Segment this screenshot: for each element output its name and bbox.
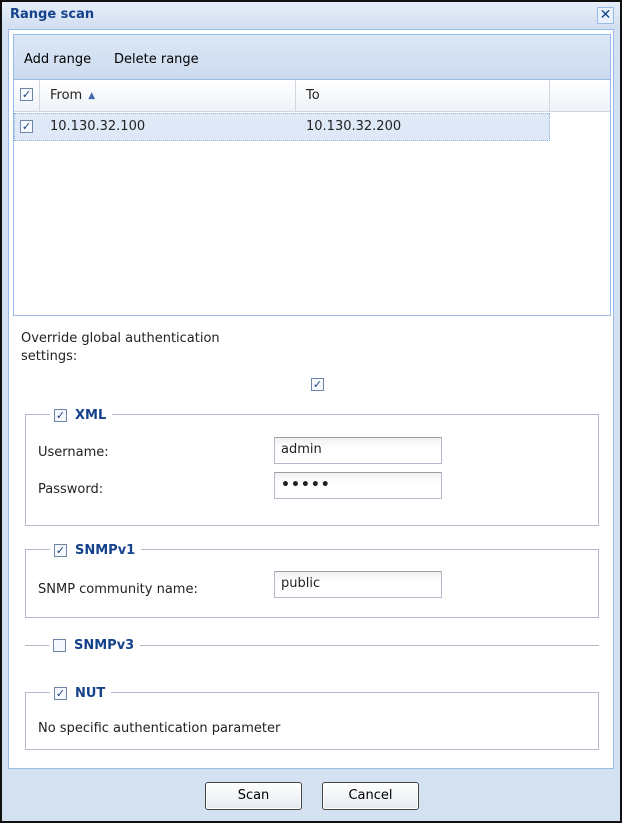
column-to-label: To [306, 88, 320, 103]
add-range-button[interactable]: Add range [24, 52, 91, 67]
nut-checkbox[interactable]: ✓ [54, 686, 67, 700]
nut-legend: NUT [75, 685, 106, 701]
cell-to: 10.130.32.200 [306, 119, 402, 134]
sort-ascending-icon: ▲ [88, 91, 96, 101]
snmpv3-checkbox[interactable] [53, 638, 66, 652]
range-grid: Add range Delete range ✓ From ▲ To ✓ 10.… [13, 34, 611, 316]
xml-checkbox[interactable]: ✓ [54, 408, 67, 422]
password-input[interactable]: ••••• [274, 472, 442, 499]
dialog-titlebar[interactable]: Range scan ✕ [2, 2, 620, 30]
override-label: Override global authentication settings: [21, 331, 220, 364]
column-header-to[interactable]: To [296, 80, 550, 111]
password-label: Password: [38, 482, 104, 497]
snmpv3-legend: SNMPv3 [74, 637, 135, 653]
close-icon[interactable]: ✕ [597, 7, 614, 24]
community-label: SNMP community name: [38, 582, 198, 597]
grid-toolbar: Add range Delete range [14, 35, 610, 80]
dialog-footer: Scan Cancel [2, 770, 620, 821]
dialog-title: Range scan [10, 7, 95, 22]
column-header-from[interactable]: From ▲ [40, 80, 296, 111]
delete-range-button[interactable]: Delete range [114, 52, 199, 67]
community-input[interactable]: public [274, 571, 442, 598]
username-input[interactable]: admin [274, 437, 442, 464]
nut-message: No specific authentication parameter [38, 721, 281, 736]
snmpv3-group: SNMPv3 [49, 635, 141, 655]
snmpv1-group: ✓ SNMPv1 SNMP community name: public [25, 540, 599, 618]
snmpv1-checkbox[interactable]: ✓ [54, 543, 67, 557]
username-label: Username: [38, 445, 109, 460]
scan-button[interactable]: Scan [205, 782, 302, 810]
nut-group: ✓ NUT No specific authentication paramet… [25, 683, 599, 750]
range-scan-dialog: Range scan ✕ Add range Delete range ✓ Fr… [0, 0, 622, 823]
override-checkbox[interactable]: ✓ [311, 378, 324, 391]
cell-from: 10.130.32.100 [50, 119, 146, 134]
table-row[interactable]: ✓ 10.130.32.100 10.130.32.200 [14, 113, 550, 141]
dialog-body: Add range Delete range ✓ From ▲ To ✓ 10.… [8, 29, 614, 769]
xml-group: ✓ XML Username: admin Password: ••••• [25, 405, 599, 526]
snmpv1-legend: SNMPv1 [75, 542, 136, 558]
grid-header: ✓ From ▲ To [14, 80, 610, 112]
xml-legend: XML [75, 407, 107, 423]
cancel-button[interactable]: Cancel [322, 782, 419, 810]
header-select-col: ✓ [14, 80, 40, 111]
column-from-label: From [50, 88, 83, 103]
row-checkbox[interactable]: ✓ [20, 120, 33, 133]
select-all-checkbox[interactable]: ✓ [20, 88, 33, 101]
